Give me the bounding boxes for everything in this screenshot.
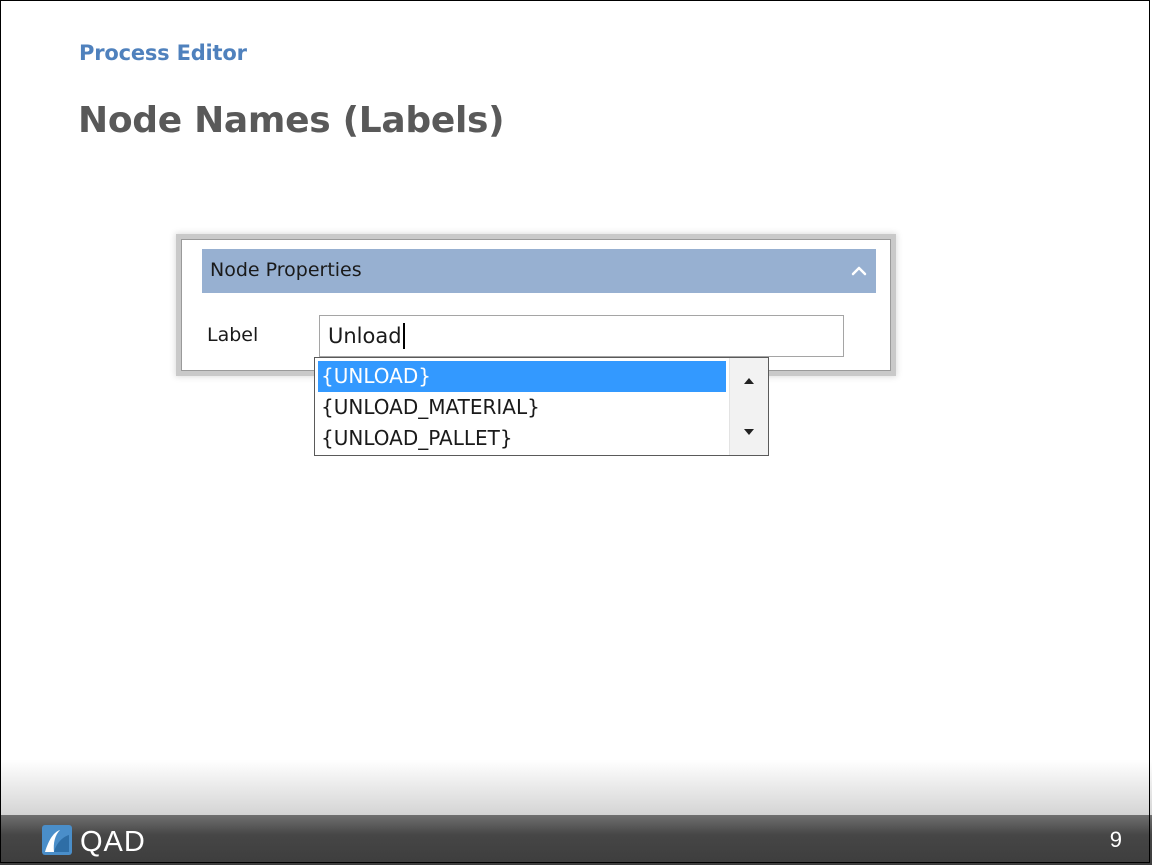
scroll-down-arrow-icon[interactable]: [730, 417, 768, 447]
footer-fade: [0, 760, 1152, 815]
label-field-label: Label: [207, 324, 259, 346]
autocomplete-list: {UNLOAD} {UNLOAD_MATERIAL} {UNLOAD_PALLE…: [318, 361, 726, 454]
label-input[interactable]: Unload: [319, 315, 844, 357]
slide-footer: QAD 9: [0, 815, 1152, 865]
logo-text: QAD: [80, 825, 146, 858]
dropdown-scrollbar[interactable]: [729, 358, 768, 455]
page-number: 9: [1109, 827, 1122, 852]
autocomplete-dropdown: {UNLOAD} {UNLOAD_MATERIAL} {UNLOAD_PALLE…: [314, 357, 769, 456]
panel-header-label: Node Properties: [210, 259, 362, 281]
text-caret: [402, 323, 405, 349]
autocomplete-option[interactable]: {UNLOAD_MATERIAL}: [318, 392, 726, 423]
panel-header[interactable]: Node Properties: [202, 249, 876, 293]
node-properties-panel: Node Properties Label Unload: [181, 239, 891, 371]
section-subtitle: Process Editor: [79, 41, 247, 65]
chevron-up-icon[interactable]: [848, 261, 870, 281]
autocomplete-option[interactable]: {UNLOAD_PALLET}: [318, 423, 726, 454]
label-input-value: Unload: [328, 324, 402, 348]
qad-logo-icon: [42, 825, 72, 859]
qad-logo: QAD: [42, 825, 146, 859]
slide-title: Node Names (Labels): [78, 100, 505, 141]
autocomplete-option[interactable]: {UNLOAD}: [318, 361, 726, 392]
scroll-up-arrow-icon[interactable]: [730, 366, 768, 396]
